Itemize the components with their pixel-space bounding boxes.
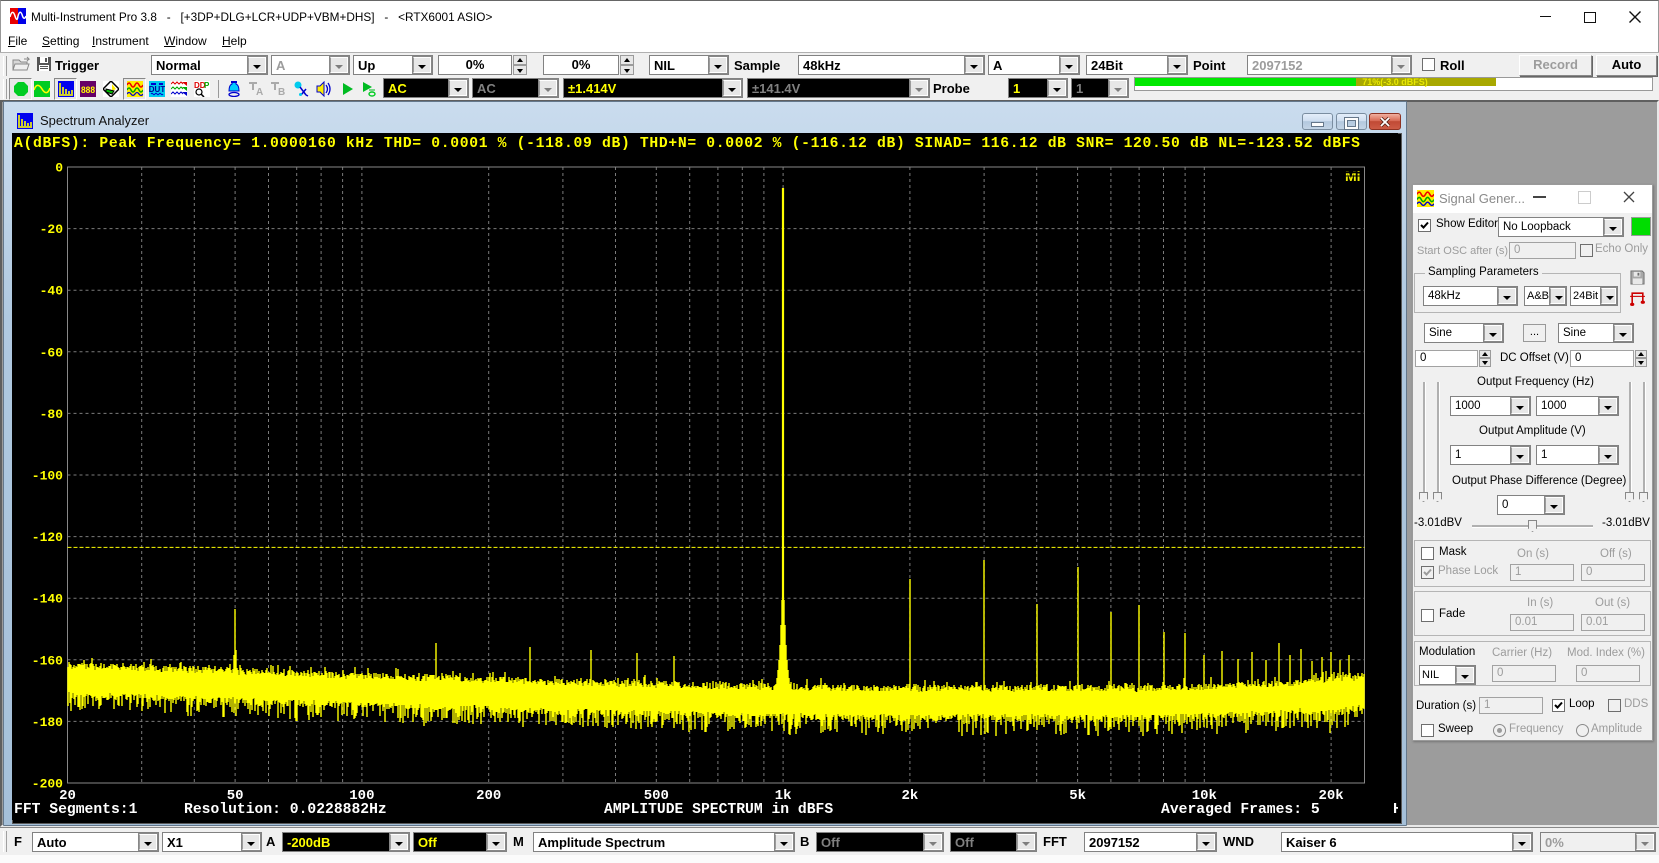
svg-text:FFT Segments:1: FFT Segments:1 [14, 802, 138, 818]
svg-text:20k: 20k [1318, 788, 1343, 804]
svg-text:-100: -100 [32, 469, 63, 484]
svg-text:B: B [278, 87, 285, 97]
svg-text:-40: -40 [40, 284, 64, 299]
svg-text:-140: -140 [32, 592, 63, 607]
svg-text:AMPLITUDE SPECTRUM in dBFS: AMPLITUDE SPECTRUM in dBFS [604, 802, 833, 818]
svg-text:-180: -180 [32, 715, 63, 730]
svg-text:DUT: DUT [149, 85, 165, 94]
svg-text:-80: -80 [40, 407, 64, 422]
svg-text:Averaged Frames: 5: Averaged Frames: 5 [1161, 802, 1320, 818]
svg-text:200: 200 [476, 788, 501, 804]
svg-text:888: 888 [81, 85, 95, 96]
svg-text:A(dBFS): Peak Frequency= 1.00: A(dBFS): Peak Frequency= 1.0000160 kHz T… [14, 136, 1360, 152]
svg-text:-60: -60 [40, 345, 64, 360]
svg-text:-160: -160 [32, 653, 63, 668]
svg-text:-120: -120 [32, 530, 63, 545]
svg-text:-20: -20 [40, 222, 64, 237]
svg-text:5k: 5k [1069, 788, 1086, 804]
svg-text:Hz: Hz [1393, 802, 1398, 818]
svg-text:P: P [204, 81, 210, 90]
svg-text:Resolution: 0.0228882Hz: Resolution: 0.0228882Hz [184, 802, 387, 818]
svg-text:A: A [256, 87, 263, 97]
svg-text:0: 0 [55, 161, 63, 176]
svg-text:2k: 2k [901, 788, 918, 804]
